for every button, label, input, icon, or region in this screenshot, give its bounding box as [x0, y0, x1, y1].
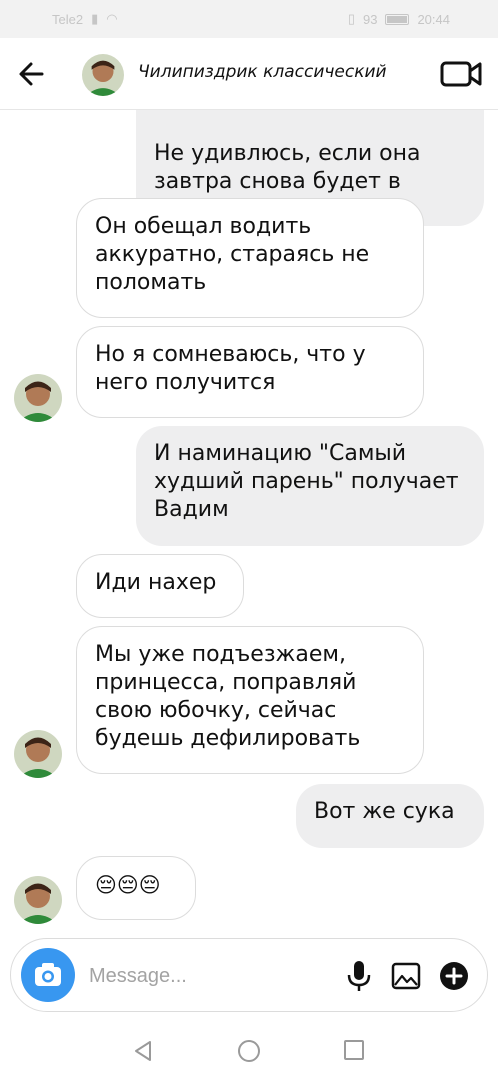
message-text: Вот же сука [314, 799, 455, 824]
gallery-button[interactable] [391, 961, 421, 991]
battery-percent: 93 [362, 11, 378, 27]
clock: 20:44 [417, 11, 450, 27]
video-call-button[interactable] [440, 58, 482, 90]
more-options-button[interactable] [439, 961, 469, 991]
triangle-back-icon [135, 1041, 151, 1061]
message-bubble-incoming[interactable]: Мы уже подъезжаем, принцесса, поправляй … [76, 626, 424, 774]
message-bubble-outgoing[interactable]: И наминацию "Самый худший парень" получа… [136, 426, 484, 546]
message-text: Но я сомневаюсь, что у него получится [95, 342, 366, 395]
signal-icon: ▮ [91, 11, 99, 26]
nav-back-button[interactable] [130, 1038, 156, 1064]
message-text: Он обещал водить аккуратно, стараясь не … [95, 214, 370, 295]
gallery-icon [391, 962, 421, 990]
message-input[interactable] [89, 961, 329, 991]
message-bubble-outgoing[interactable]: Вот же сука [296, 784, 484, 848]
message-text: 😔😔😔 [95, 873, 161, 897]
back-button[interactable] [14, 56, 50, 92]
circle-home-icon [238, 1040, 260, 1062]
message-list[interactable]: Не удивлюсь, если она завтра снова будет… [0, 38, 498, 938]
avatar[interactable] [14, 730, 62, 778]
nav-home-button[interactable] [236, 1038, 262, 1064]
system-navigation-bar [0, 1022, 498, 1080]
plus-circle-icon [440, 962, 468, 990]
square-recents-icon [344, 1040, 364, 1060]
camera-icon [35, 963, 61, 986]
camera-button[interactable] [21, 948, 75, 1002]
message-bubble-incoming[interactable]: Но я сомневаюсь, что у него получится [76, 326, 424, 418]
message-bubble-incoming[interactable]: Иди нахер [76, 554, 244, 618]
video-camera-icon [440, 61, 482, 87]
vibrate-icon: ▯ [347, 11, 355, 26]
battery-icon [385, 13, 410, 25]
message-composer [10, 938, 488, 1012]
arrow-left-icon [19, 62, 44, 86]
avatar[interactable] [14, 876, 62, 924]
message-text: И наминацию "Самый худший парень" получа… [154, 441, 459, 522]
message-bubble-incoming[interactable]: Он обещал водить аккуратно, стараясь не … [76, 198, 424, 318]
microphone-icon [347, 961, 371, 991]
nav-recents-button[interactable] [342, 1038, 366, 1062]
status-bar: Tele2 ▮ ◠ ▯ 93 20:44 [0, 0, 498, 38]
message-text: Мы уже подъезжаем, принцесса, поправляй … [95, 642, 361, 751]
message-text: Иди нахер [95, 570, 217, 595]
carrier-label: Tele2 [52, 11, 84, 27]
avatar[interactable] [14, 374, 62, 422]
wifi-icon: ◠ [106, 11, 118, 26]
chat-header: Чилипиздрик классический [0, 38, 498, 110]
contact-avatar[interactable] [82, 54, 124, 96]
contact-name[interactable]: Чилипиздрик классический [138, 62, 387, 82]
voice-message-button[interactable] [345, 959, 373, 993]
message-bubble-incoming[interactable]: 😔😔😔 [76, 856, 196, 920]
